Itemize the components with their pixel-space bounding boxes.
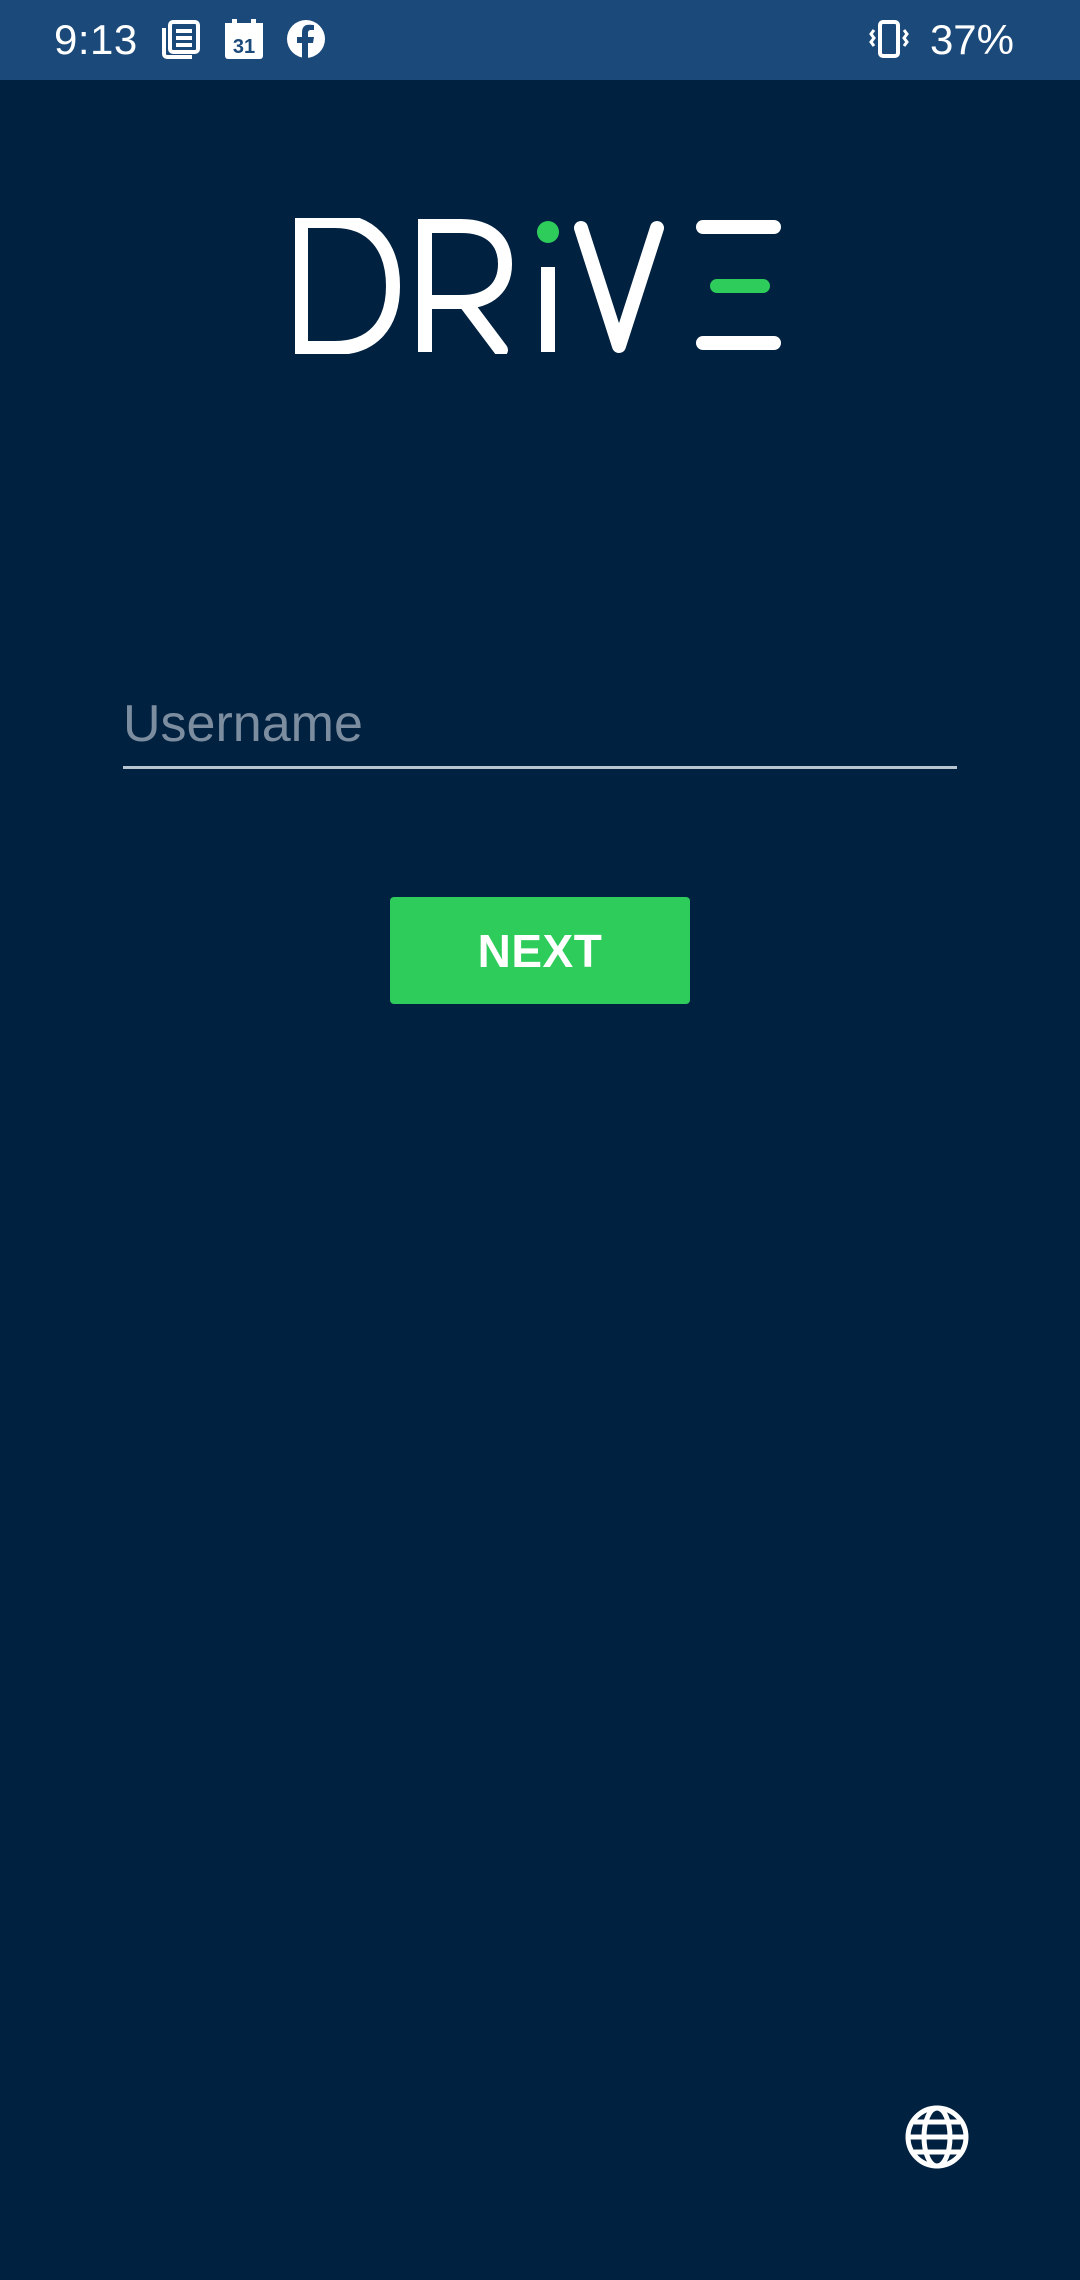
vibrate-icon bbox=[868, 18, 910, 60]
status-bar: 9:13 31 37% bbox=[0, 0, 1080, 80]
facebook-icon bbox=[285, 18, 327, 60]
globe-icon[interactable] bbox=[904, 2104, 970, 2170]
calendar-icon: 31 bbox=[223, 18, 265, 60]
username-field[interactable] bbox=[123, 686, 957, 769]
status-time: 9:13 bbox=[54, 16, 138, 63]
battery-percentage: 37% bbox=[929, 16, 1014, 63]
next-button[interactable]: NEXT bbox=[390, 897, 690, 1004]
news-icon bbox=[160, 18, 202, 60]
username-input[interactable] bbox=[123, 686, 957, 762]
calendar-day-text: 31 bbox=[233, 36, 255, 58]
drive-logo bbox=[295, 218, 785, 354]
